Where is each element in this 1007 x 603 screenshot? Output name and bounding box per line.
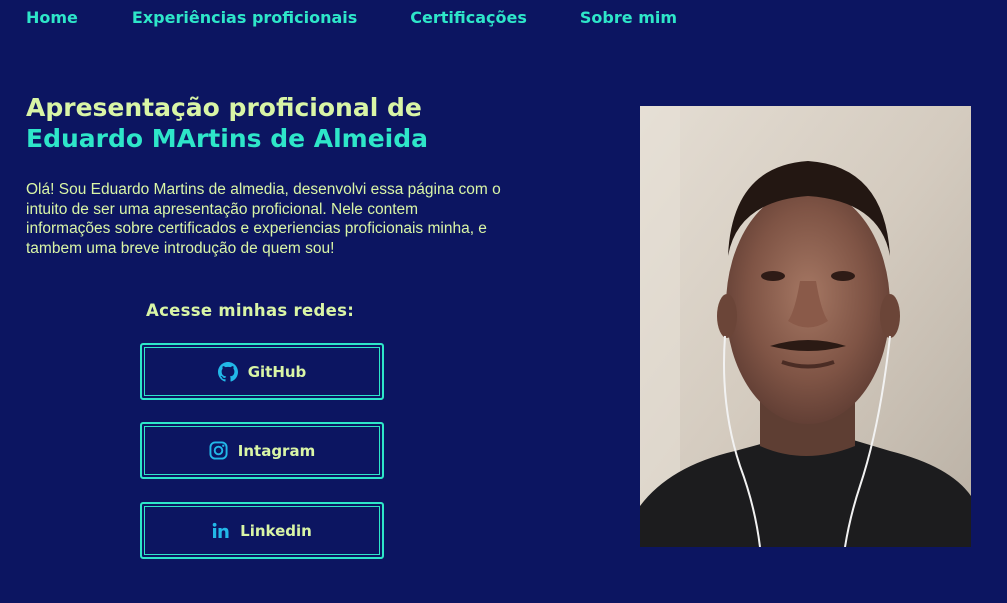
- title-line-2: Eduardo MArtins de Almeida: [26, 124, 429, 153]
- nav-home-link[interactable]: Home: [26, 8, 78, 27]
- page-title: Apresentação proficional de Eduardo MArt…: [26, 92, 428, 154]
- github-icon: [217, 361, 238, 382]
- intro-text: Olá! Sou Eduardo Martins de almedia, des…: [26, 181, 501, 257]
- title-line-1: Apresentação proficional de: [26, 93, 422, 122]
- linkedin-icon: [212, 522, 230, 540]
- nav-certifications-link[interactable]: Certificações: [410, 8, 527, 27]
- profile-photo: [640, 106, 971, 547]
- nav-about-link[interactable]: Sobre mim: [580, 8, 677, 27]
- github-button-label: GitHub: [247, 362, 307, 381]
- instagram-button[interactable]: Intagram: [140, 422, 384, 479]
- instagram-button-label: Intagram: [237, 441, 316, 460]
- page: Home Experiências proficionais Certifica…: [0, 0, 1007, 603]
- instagram-icon: [209, 441, 228, 460]
- linkedin-button-label: Linkedin: [240, 521, 312, 540]
- linkedin-button[interactable]: Linkedin: [140, 502, 384, 559]
- top-nav: Home Experiências proficionais Certifica…: [26, 8, 677, 27]
- social-heading: Acesse minhas redes:: [146, 301, 355, 320]
- github-button[interactable]: GitHub: [140, 343, 384, 400]
- nav-experiences-link[interactable]: Experiências proficionais: [132, 8, 357, 27]
